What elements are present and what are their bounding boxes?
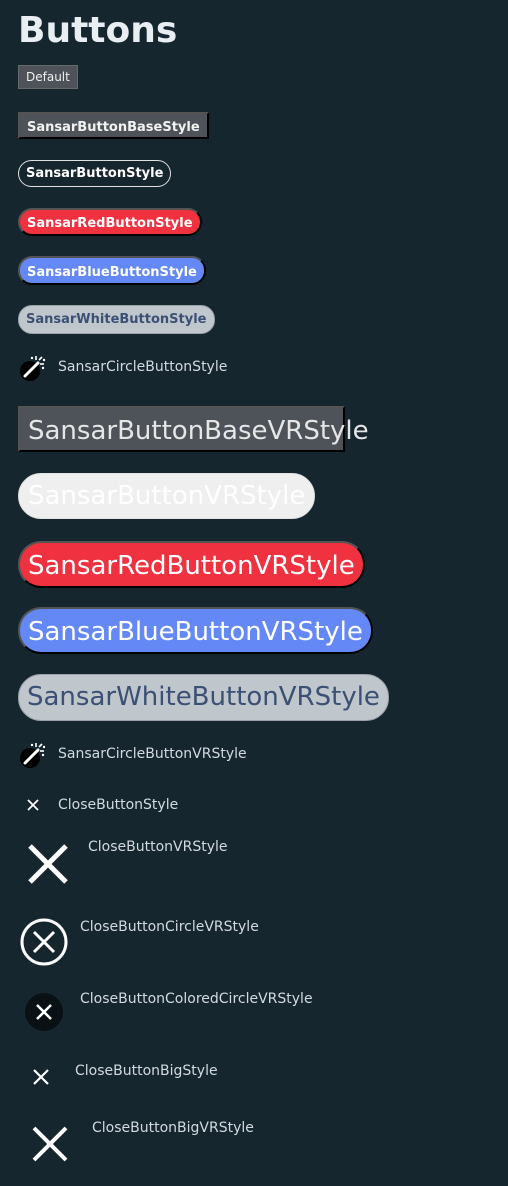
default-button[interactable]: Default [18,65,78,89]
sansar-circle-button-style-button[interactable]: SansarCircleButtonStyle [18,352,227,382]
sansar-red-button-style-button[interactable]: SansarRedButtonStyle [18,208,202,236]
close-button-colored-circle-vr-style-label: CloseButtonColoredCircleVRStyle [80,991,313,1007]
sansar-button-style-button[interactable]: SansarButtonStyle [18,160,172,187]
close-icon[interactable] [32,1068,50,1086]
close-button-circle-vr-style-label: CloseButtonCircleVRStyle [80,919,259,935]
magic-wand-icon [20,743,46,768]
sansar-white-button-vr-style-button[interactable]: SansarWhiteButtonVRStyle [18,674,389,721]
sansar-circle-button-style-label: SansarCircleButtonStyle [58,359,228,375]
sansar-blue-button-style-button[interactable]: SansarBlueButtonStyle [18,256,206,285]
sansar-white-button-style-button[interactable]: SansarWhiteButtonStyle [18,305,215,334]
close-icon[interactable] [26,842,70,886]
sansar-blue-button-vr-style-button[interactable]: SansarBlueButtonVRStyle [18,607,373,654]
close-button-big-vr-style-label: CloseButtonBigVRStyle [92,1120,254,1136]
sansar-button-base-vr-style-button[interactable]: SansarButtonBaseVRStyle [18,406,369,452]
close-button-style-label: CloseButtonStyle [58,797,179,813]
sansar-button-vr-style-button[interactable]: SansarButtonVRStyle [18,473,316,519]
magic-wand-icon [20,356,46,381]
close-icon[interactable] [26,798,40,812]
sansar-circle-button-vr-style-button[interactable]: SansarCircleButtonVRStyle [18,739,247,769]
close-button-big-style-label: CloseButtonBigStyle [75,1063,218,1079]
sansar-circle-button-vr-style-label: SansarCircleButtonVRStyle [58,746,247,762]
close-icon[interactable] [31,1125,69,1163]
sansar-red-button-vr-style-button[interactable]: SansarRedButtonVRStyle [18,541,365,588]
page-title: Buttons [18,10,178,51]
close-colored-circle-icon[interactable] [24,992,64,1032]
sansar-button-base-style-button[interactable]: SansarButtonBaseStyle [18,112,209,139]
close-button-vr-style-label: CloseButtonVRStyle [88,839,228,855]
close-circle-icon[interactable] [18,916,70,968]
